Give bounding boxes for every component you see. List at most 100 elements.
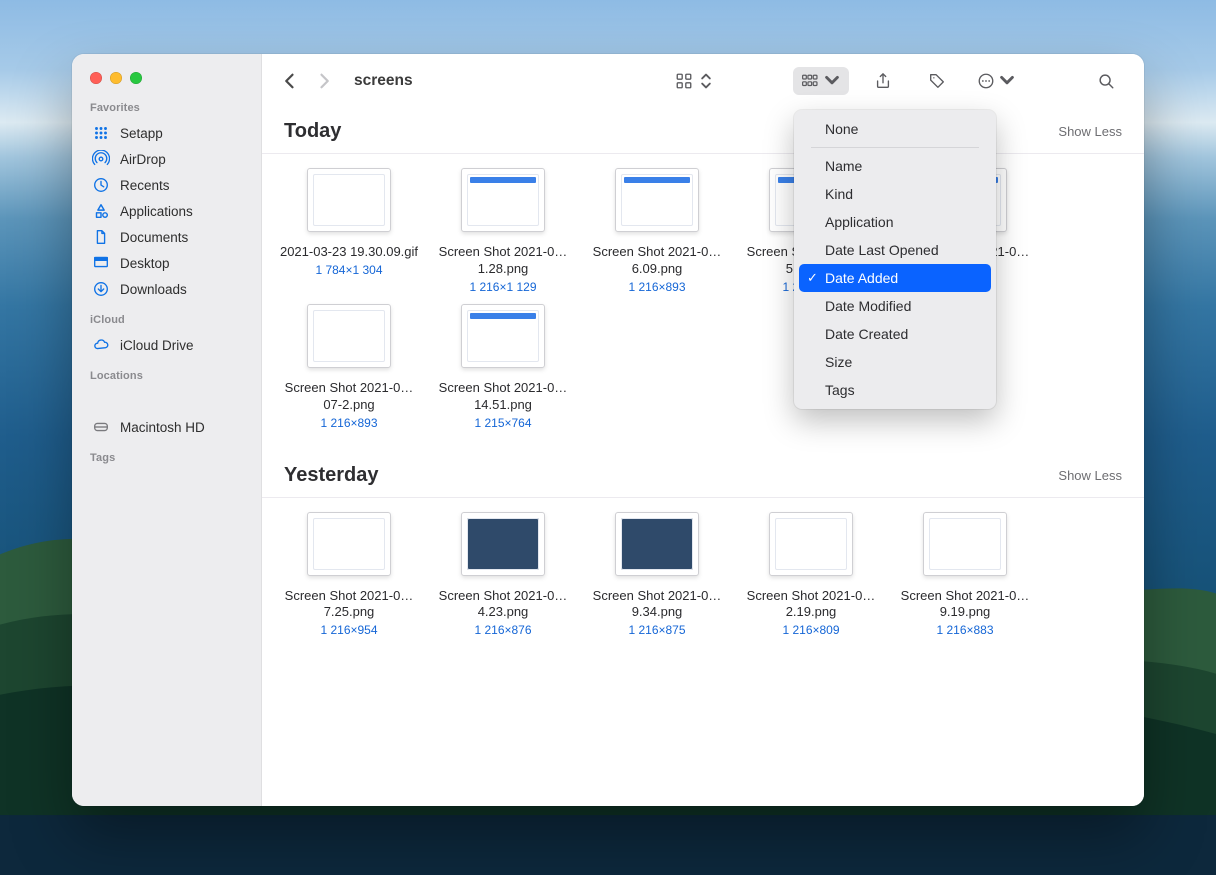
file-item[interactable]: Screen Shot 2021-0…7.25.png1 216×954 (272, 512, 426, 638)
menu-item-date-added[interactable]: Date Added (799, 264, 991, 292)
menu-item-date-modified[interactable]: Date Modified (799, 292, 991, 320)
chevron-left-icon (280, 71, 300, 91)
menu-item-date-last-opened[interactable]: Date Last Opened (799, 236, 991, 264)
file-thumbnail (923, 512, 1007, 576)
file-dimensions: 1 784×1 304 (315, 263, 382, 277)
file-thumbnail (615, 168, 699, 232)
file-item[interactable]: Screen Shot 2021-0…14.51.png1 215×764 (426, 304, 580, 430)
back-button[interactable] (280, 67, 300, 95)
more-icon (977, 72, 995, 90)
group-by-menu: NoneNameKindApplicationDate Last OpenedD… (794, 110, 996, 409)
sidebar-section-label: iCloud (90, 314, 247, 326)
file-name: Screen Shot 2021-0…07-2.png (279, 380, 419, 414)
file-dimensions: 1 216×1 129 (469, 280, 536, 294)
chevron-down-icon (823, 72, 841, 90)
sidebar-section-label: Favorites (90, 102, 247, 114)
blank-icon-wrap (92, 392, 110, 410)
close-window-button[interactable] (90, 72, 102, 84)
sidebar-item-macintosh-hd[interactable]: Macintosh HD (86, 414, 251, 440)
sidebar-item-label: Downloads (120, 282, 187, 297)
show-less-button[interactable]: Show Less (1058, 468, 1122, 483)
file-thumbnail (461, 168, 545, 232)
menu-item-kind[interactable]: Kind (799, 180, 991, 208)
airdrop-icon-wrap (92, 150, 110, 168)
file-item[interactable]: Screen Shot 2021-0…9.19.png1 216×883 (888, 512, 1042, 638)
file-item[interactable]: Screen Shot 2021-0…4.23.png1 216×876 (426, 512, 580, 638)
sidebar-item-label: Recents (120, 178, 170, 193)
minimize-window-button[interactable] (110, 72, 122, 84)
clock-icon (92, 176, 110, 194)
chevron-right-icon (314, 71, 334, 91)
menu-item-name[interactable]: Name (799, 152, 991, 180)
group-title: Today (284, 120, 341, 143)
chevron-down-icon (998, 72, 1016, 90)
group-header: Today Show Less (262, 108, 1144, 153)
tags-button[interactable] (917, 67, 957, 95)
desktop-wallpaper: Favorites Setapp AirDrop Recents Application… (0, 0, 1216, 875)
file-dimensions: 1 216×883 (936, 623, 993, 637)
doc-icon-wrap (92, 228, 110, 246)
file-item[interactable]: 2021-03-23 19.30.09.gif1 784×1 304 (272, 168, 426, 294)
sidebar-item-documents[interactable]: Documents (86, 224, 251, 250)
file-name: Screen Shot 2021-0…9.34.png (587, 588, 727, 622)
apps-icon (92, 202, 110, 220)
sidebar-item-airdrop[interactable]: AirDrop (86, 146, 251, 172)
sidebar-item-downloads[interactable]: Downloads (86, 276, 251, 302)
zoom-window-button[interactable] (130, 72, 142, 84)
file-dimensions: 1 216×875 (628, 623, 685, 637)
menu-item-tags[interactable]: Tags (799, 376, 991, 404)
file-thumbnail (461, 512, 545, 576)
file-name: Screen Shot 2021-0…7.25.png (279, 588, 419, 622)
grid-view-icon (675, 72, 693, 90)
menu-item-none[interactable]: None (799, 115, 991, 143)
show-less-button[interactable]: Show Less (1058, 124, 1122, 139)
file-dimensions: 1 215×764 (474, 416, 531, 430)
file-item[interactable]: Screen Shot 2021-0…2.19.png1 216×809 (734, 512, 888, 638)
file-item[interactable]: Screen Shot 2021-0…6.09.png 1 216×893 (580, 168, 734, 294)
group-by-button[interactable] (793, 67, 849, 95)
file-name: Screen Shot 2021-0…4.23.png (433, 588, 573, 622)
sidebar-item-label: Macintosh HD (120, 420, 205, 435)
menu-separator (811, 147, 979, 148)
forward-button[interactable] (314, 67, 334, 95)
blank-icon (92, 392, 110, 410)
file-item[interactable]: Screen Shot 2021-0…1.28.png 1 216×1 129 (426, 168, 580, 294)
file-name: Screen Shot 2021-0…9.19.png (895, 588, 1035, 622)
sidebar-item-recents[interactable]: Recents (86, 172, 251, 198)
file-name: Screen Shot 2021-0…6.09.png (587, 244, 727, 278)
apps-icon-wrap (92, 202, 110, 220)
sidebar-item-label: Documents (120, 230, 188, 245)
file-dimensions: 1 216×954 (320, 623, 377, 637)
updown-icon (697, 72, 715, 90)
file-item[interactable]: Screen Shot 2021-0…07-2.png1 216×893 (272, 304, 426, 430)
menu-item-application[interactable]: Application (799, 208, 991, 236)
sidebar-item-desktop[interactable]: Desktop (86, 250, 251, 276)
file-dimensions: 1 216×893 (628, 280, 685, 294)
view-mode-button[interactable] (669, 67, 721, 95)
search-icon (1097, 72, 1115, 90)
menu-item-date-created[interactable]: Date Created (799, 320, 991, 348)
share-button[interactable] (863, 67, 903, 95)
sidebar-item-setapp[interactable]: Setapp (86, 120, 251, 146)
download-icon-wrap (92, 280, 110, 298)
file-thumbnail (307, 512, 391, 576)
toolbar: screens (262, 54, 1144, 108)
sidebar-item-blank[interactable] (86, 388, 251, 414)
file-name: Screen Shot 2021-0…1.28.png (433, 244, 573, 278)
sidebar-item-applications[interactable]: Applications (86, 198, 251, 224)
file-content-area: Today Show Less 2021-03-23 19.30.09.gif1 7… (262, 108, 1144, 806)
sidebar-section-label: Locations (90, 370, 247, 382)
cloud-icon-wrap (92, 336, 110, 354)
file-name: Screen Shot 2021-0…2.19.png (741, 588, 881, 622)
window-title: screens (354, 72, 413, 90)
airdrop-icon (92, 150, 110, 168)
group-title: Yesterday (284, 464, 379, 487)
clock-icon-wrap (92, 176, 110, 194)
menu-item-size[interactable]: Size (799, 348, 991, 376)
file-item[interactable]: Screen Shot 2021-0…9.34.png1 216×875 (580, 512, 734, 638)
sidebar-item-label: Setapp (120, 126, 163, 141)
search-button[interactable] (1086, 67, 1126, 95)
grid-dots-icon-wrap (92, 124, 110, 142)
sidebar-item-icloud-drive[interactable]: iCloud Drive (86, 332, 251, 358)
actions-button[interactable] (971, 67, 1022, 95)
